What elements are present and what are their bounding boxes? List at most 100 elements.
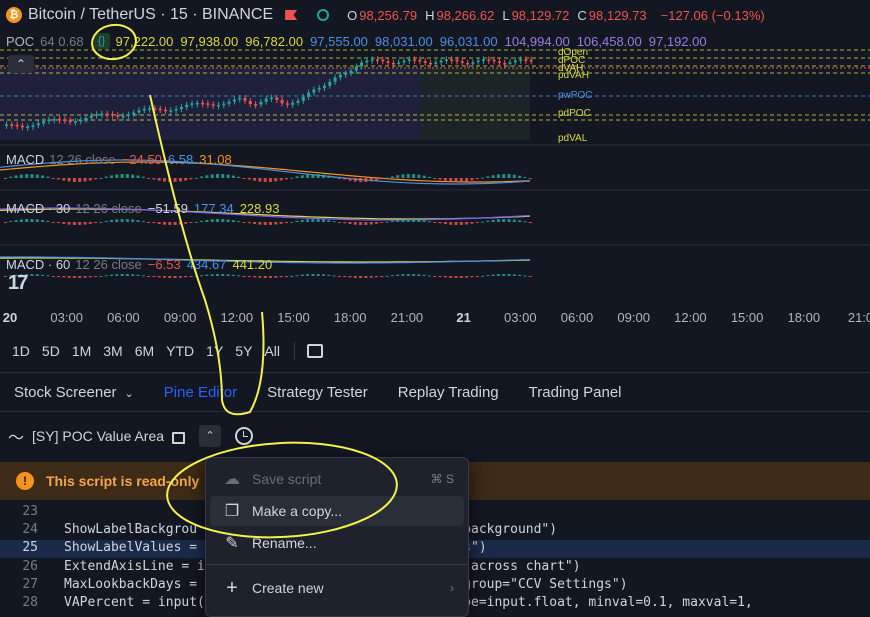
macd-histogram-bar — [136, 175, 140, 178]
candle-body — [476, 60, 480, 63]
candle-body — [487, 59, 491, 61]
candle-body — [132, 112, 136, 115]
range-button-1y[interactable]: 1Y — [200, 343, 229, 359]
candle-body — [296, 100, 300, 103]
time-tick: 21:00 — [390, 310, 424, 325]
macd-histogram-bar — [496, 174, 500, 178]
macd-histogram-bar — [194, 221, 198, 223]
macd-histogram-bar — [163, 222, 166, 225]
flag-icon[interactable] — [285, 10, 298, 20]
macd-histogram-bar — [41, 274, 45, 276]
macd-histogram-bar — [25, 219, 29, 222]
time-axis[interactable]: 20 03:00 06:00 09:00 12:00 15:00 18:00 21:00 21 0… — [0, 306, 870, 330]
macd-histogram-bar — [67, 178, 71, 182]
candle-body — [418, 59, 422, 62]
candle-body — [68, 120, 72, 122]
menu-item-label: Save script — [252, 471, 322, 487]
range-button-all[interactable]: All — [258, 343, 286, 359]
calendar-goto-icon[interactable] — [306, 344, 323, 358]
tab-stock-screener[interactable]: Stock Screener ⌄ — [0, 384, 150, 401]
macd-label: MACD · 60 — [6, 257, 71, 272]
macd-histogram-bar — [502, 219, 506, 222]
macd-histogram-bar — [528, 276, 532, 277]
tab-replay-trading[interactable]: Replay Trading — [384, 384, 515, 401]
macd-histogram-bar — [205, 219, 209, 222]
candle-body — [391, 62, 395, 65]
macd-histogram-bar — [120, 174, 124, 178]
chevron-down-icon[interactable]: ⌄ — [125, 388, 134, 400]
poc-legend[interactable]: POC 64 0.68 {} 97,222.00 97,938.00 96,782.… — [6, 33, 714, 49]
version-history-icon[interactable] — [235, 427, 254, 445]
script-name[interactable]: [SY] POC Value Area — [32, 428, 164, 444]
macd-histogram-bar — [147, 276, 151, 277]
candle-body — [20, 125, 24, 128]
macd-histogram-bar — [110, 175, 113, 178]
macd-histogram-bar — [486, 275, 490, 277]
range-button-6m[interactable]: 6M — [129, 343, 160, 359]
macd-histogram-bar — [359, 276, 363, 278]
macd-histogram-bar — [502, 174, 506, 178]
macd-histogram-bar — [237, 176, 241, 178]
collapse-legend-button[interactable]: ⌃ — [8, 55, 34, 73]
macd-histogram-bar — [141, 275, 145, 277]
macd-histogram-bar — [295, 176, 299, 178]
script-menu-button[interactable]: ⌃ — [199, 425, 222, 447]
macd-histogram-bar — [120, 274, 124, 276]
menu-item-save-script[interactable]: ☁ Save script ⌘ S — [210, 464, 464, 494]
macd-histogram-bar — [136, 220, 140, 222]
macd-histogram-bar — [311, 219, 315, 222]
chart-area[interactable]: ₿ Bitcoin / TetherUS · 15 · BINANCE O 98,… — [0, 0, 870, 330]
macd-histogram-bar — [88, 222, 92, 224]
range-button-1d[interactable]: 1D — [6, 343, 36, 359]
symbol-title[interactable]: Bitcoin / TetherUS · 15 · BINANCE — [28, 6, 273, 24]
candle-body — [513, 60, 517, 63]
macd-histogram-bar — [46, 176, 50, 178]
macd-legend[interactable]: MACD 12 26 close −24.50 6.58 31.08 — [6, 152, 232, 167]
range-button-3m[interactable]: 3M — [97, 343, 128, 359]
ohlc-key: C — [577, 7, 587, 23]
range-button-1m[interactable]: 1M — [66, 343, 97, 359]
tab-pine-editor[interactable]: Pine Editor — [150, 384, 253, 401]
macd-legend[interactable]: MACD · 30 12 26 close −51.59 177.34 228.93 — [6, 201, 279, 216]
macd-histogram-bar — [481, 275, 484, 277]
macd-histogram-bar — [523, 221, 527, 223]
macd-histogram-bar — [528, 178, 532, 179]
menu-item-create-new[interactable]: + Create new › — [210, 573, 464, 603]
menu-separator — [206, 564, 468, 565]
source-code-icon[interactable]: {} — [93, 33, 110, 49]
macd-histogram-bar — [380, 178, 384, 180]
macd-histogram-bar — [4, 276, 7, 277]
macd-histogram-bar — [136, 274, 140, 276]
macd-histogram-bar — [67, 222, 71, 225]
macd-histogram-bar — [247, 178, 251, 180]
tab-trading-panel[interactable]: Trading Panel — [515, 384, 638, 401]
candle-body — [397, 62, 401, 64]
macd-histogram-bar — [396, 175, 400, 178]
candle-body — [185, 104, 189, 108]
range-button-ytd[interactable]: YTD — [160, 343, 200, 359]
macd-label: MACD · 30 — [6, 201, 71, 216]
time-tick: 18:00 — [787, 310, 821, 325]
macd-histogram-bar — [216, 219, 219, 222]
macd-histogram-bar — [57, 276, 60, 277]
macd-histogram-bar — [412, 274, 416, 276]
candle-body — [243, 97, 247, 101]
menu-item-rename[interactable]: ✎ Rename... — [210, 528, 464, 558]
macd-histogram-bar — [231, 274, 235, 276]
line-number: 25 — [22, 540, 38, 556]
menu-item-make-a-copy[interactable]: ❐ Make a copy... — [210, 496, 464, 526]
macd-histogram-bar — [205, 175, 209, 178]
macd-histogram-bar — [173, 276, 177, 278]
macd-histogram-bar — [247, 222, 251, 224]
macd-histogram-bar — [88, 178, 92, 181]
macd-histogram-bar — [443, 276, 447, 278]
range-button-5d[interactable]: 5D — [36, 343, 66, 359]
candle-body — [137, 110, 141, 113]
tab-strategy-tester[interactable]: Strategy Tester — [253, 384, 384, 401]
poc-value: 97,555.00 — [310, 33, 368, 49]
wave-icon[interactable]: 〜 — [8, 424, 24, 448]
range-button-5y[interactable]: 5Y — [229, 343, 258, 359]
candle-body — [36, 123, 40, 126]
ohlc-c: C 98,129.73 — [575, 8, 646, 23]
macd-legend[interactable]: MACD · 60 12 26 close −6.53 434.67 441.20 — [6, 257, 272, 272]
